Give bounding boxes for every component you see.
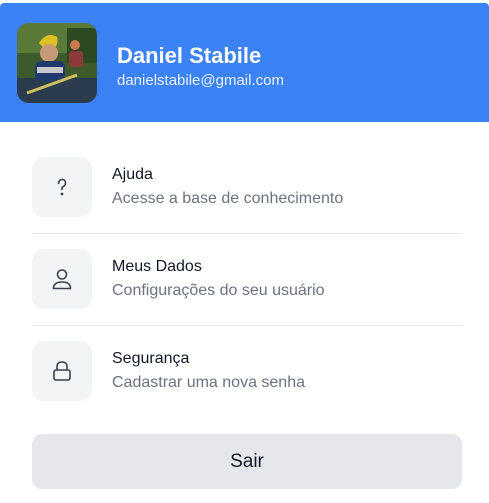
profile-header: Daniel Stabile danielstabile@gmail.com: [0, 3, 489, 122]
menu-item-meus-dados[interactable]: Meus Dados Configurações do seu usuário: [32, 234, 462, 326]
avatar: [17, 23, 97, 103]
menu-item-subtitle: Cadastrar uma nova senha: [112, 374, 305, 391]
menu-item-subtitle: Acesse a base de conhecimento: [112, 190, 344, 207]
user-name: Daniel Stabile: [117, 43, 262, 68]
question-icon: [32, 157, 92, 217]
menu-item-subtitle: Configurações do seu usuário: [112, 282, 325, 299]
user-email: danielstabile@gmail.com: [117, 72, 284, 89]
profile-menu: Ajuda Acesse a base de conhecimento Meus…: [32, 142, 462, 417]
lock-icon: [32, 341, 92, 401]
background-page-fragment: ⋯: [48, 0, 70, 2]
menu-item-seguranca[interactable]: Segurança Cadastrar uma nova senha: [32, 326, 462, 417]
logout-button[interactable]: Sair: [32, 434, 462, 489]
menu-item-title: Segurança: [112, 350, 190, 367]
menu-item-title: Meus Dados: [112, 258, 202, 275]
menu-item-title: Ajuda: [112, 166, 153, 183]
user-icon: [32, 249, 92, 309]
avatar-photo: [17, 23, 97, 103]
menu-item-ajuda[interactable]: Ajuda Acesse a base de conhecimento: [32, 142, 462, 234]
